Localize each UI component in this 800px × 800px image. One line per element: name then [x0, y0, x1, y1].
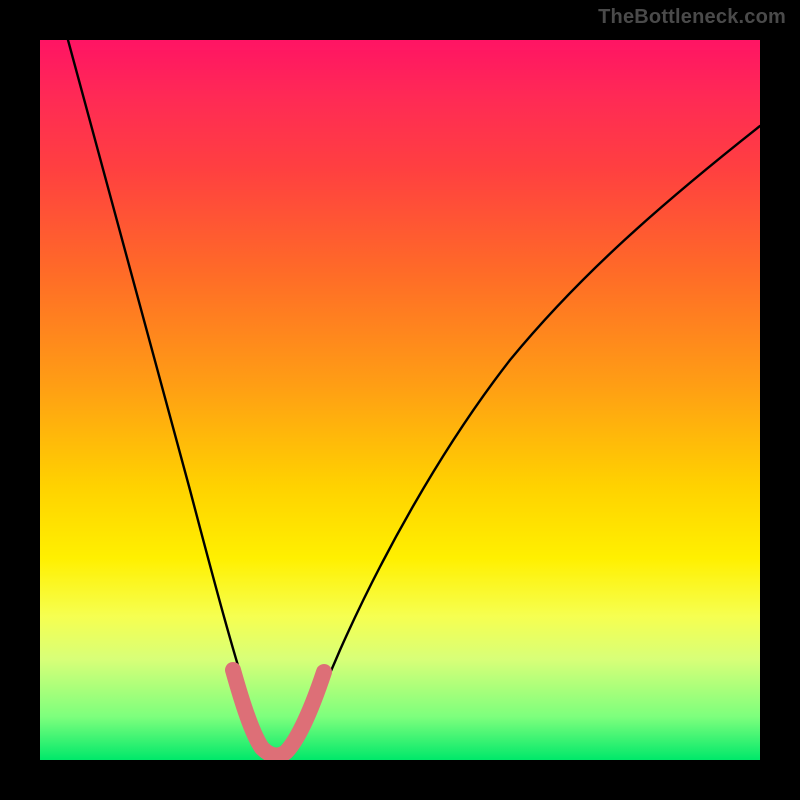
main-curve [68, 40, 760, 757]
highlight-band [233, 670, 324, 755]
chart-frame: TheBottleneck.com [0, 0, 800, 800]
curve-layer [40, 40, 760, 760]
watermark-text: TheBottleneck.com [598, 6, 786, 29]
plot-area [40, 40, 760, 760]
